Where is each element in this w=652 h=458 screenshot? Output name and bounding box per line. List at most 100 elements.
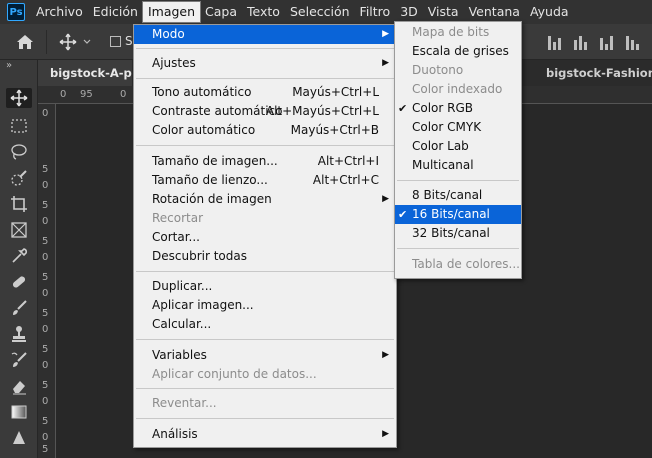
menu-archivo[interactable]: Archivo	[31, 2, 88, 22]
ruler-label: 5	[42, 272, 49, 283]
mode-item-color-indexado: Color indexado	[395, 80, 521, 99]
menu-texto[interactable]: Texto	[242, 2, 285, 22]
ruler-label: 0	[42, 360, 49, 371]
crop-tool-icon[interactable]	[9, 194, 29, 214]
submenu-arrow-icon: ▶	[382, 429, 389, 439]
ruler-label: 5	[42, 236, 49, 247]
mode-item-8-bits[interactable]: 8 Bits/canal	[395, 186, 521, 205]
align-top-icon[interactable]	[548, 34, 562, 50]
menu-item-label: Escala de grises	[412, 44, 509, 58]
menu-shortcut: Alt+Ctrl+I	[317, 154, 379, 168]
vertical-ruler[interactable]: 0 5 0 5 0 5 0 5 0 5 0 5 0 5 0 5 0 5	[38, 104, 56, 458]
menu-item-variables[interactable]: Variables ▶	[134, 346, 396, 365]
menu-separator	[397, 180, 519, 181]
menu-item-tono-automatico[interactable]: Tono automático Mayús+Ctrl+L	[134, 83, 396, 102]
menu-item-tamano-lienzo[interactable]: Tamaño de lienzo... Alt+Ctrl+C	[134, 171, 396, 190]
menu-shortcut: Mayús+Ctrl+B	[290, 123, 379, 137]
align-middle-icon[interactable]	[574, 34, 588, 50]
auto-select-label: S	[125, 34, 133, 48]
menu-item-label: Color Lab	[412, 139, 469, 153]
menu-separator	[136, 48, 394, 49]
menu-item-aplicar-imagen[interactable]: Aplicar imagen...	[134, 296, 396, 315]
menu-item-modo[interactable]: Modo ▶	[134, 25, 396, 44]
ruler-label: 0	[42, 288, 49, 299]
history-brush-tool-icon[interactable]	[9, 350, 29, 370]
menu-item-contraste-automatico[interactable]: Contraste automático Alt+Mayús+Ctrl+L	[134, 102, 396, 121]
ruler-label: 0	[42, 216, 49, 227]
menu-item-label: Color indexado	[412, 82, 503, 96]
menu-item-label: Duotono	[412, 63, 464, 77]
eyedropper-tool-icon[interactable]	[9, 246, 29, 266]
collapse-panel-icon[interactable]: »	[6, 60, 12, 71]
menu-imagen[interactable]: Imagen	[141, 1, 202, 23]
menu-item-calcular[interactable]: Calcular...	[134, 315, 396, 334]
menu-ventana[interactable]: Ventana	[464, 2, 525, 22]
menu-item-duplicar[interactable]: Duplicar...	[134, 277, 396, 296]
menu-item-label: Multicanal	[412, 158, 474, 172]
menu-separator	[136, 388, 394, 389]
mode-item-color-cmyk[interactable]: Color CMYK	[395, 118, 521, 137]
chevron-down-icon	[83, 39, 91, 44]
submenu-arrow-icon: ▶	[382, 58, 389, 68]
gradient-tool-icon[interactable]	[9, 402, 29, 422]
menu-item-label: 8 Bits/canal	[412, 188, 483, 202]
ruler-label: 5	[42, 308, 49, 319]
blur-tool-icon[interactable]	[9, 428, 29, 448]
healing-brush-tool-icon[interactable]	[9, 272, 29, 292]
tools-panel: »	[0, 60, 38, 458]
align-left-icon[interactable]	[626, 34, 640, 50]
ruler-label: 0	[42, 324, 49, 335]
move-tool-preset[interactable]	[58, 32, 94, 52]
menu-item-recortar: Recortar	[134, 209, 396, 228]
menu-item-color-automatico[interactable]: Color automático Mayús+Ctrl+B	[134, 121, 396, 140]
menu-item-label: Cortar...	[152, 230, 200, 244]
eraser-tool-icon[interactable]	[9, 376, 29, 396]
menu-item-label: Color automático	[152, 123, 256, 137]
mode-submenu: Mapa de bits Escala de grises Duotono Co…	[394, 21, 522, 279]
move-tool-icon[interactable]	[6, 88, 32, 108]
ruler-label: 5	[42, 344, 49, 355]
mode-item-escala-grises[interactable]: Escala de grises	[395, 42, 521, 61]
menu-vista[interactable]: Vista	[423, 2, 464, 22]
menu-separator	[397, 248, 519, 249]
menu-edicion[interactable]: Edición	[88, 2, 143, 22]
marquee-tool-icon[interactable]	[9, 116, 29, 136]
lasso-tool-icon[interactable]	[9, 142, 29, 162]
mode-item-16-bits[interactable]: ✔ 16 Bits/canal	[395, 205, 521, 224]
menu-item-label: Tamaño de imagen...	[152, 154, 278, 168]
menu-item-tamano-imagen[interactable]: Tamaño de imagen... Alt+Ctrl+I	[134, 152, 396, 171]
options-separator	[46, 30, 47, 54]
menu-bar: Ps Archivo Edición Imagen Capa Texto Sel…	[0, 0, 652, 24]
menu-capa[interactable]: Capa	[200, 2, 242, 22]
menu-item-ajustes[interactable]: Ajustes ▶	[134, 54, 396, 73]
document-tab[interactable]: bigstock-Fashion-sho	[538, 60, 652, 86]
mode-item-color-rgb[interactable]: ✔ Color RGB	[395, 99, 521, 118]
move-icon	[59, 33, 91, 51]
menu-ayuda[interactable]: Ayuda	[525, 2, 574, 22]
mode-item-color-lab[interactable]: Color Lab	[395, 137, 521, 156]
mode-item-32-bits[interactable]: 32 Bits/canal	[395, 224, 521, 243]
align-bottom-icon[interactable]	[600, 34, 614, 50]
mode-item-mapa-de-bits: Mapa de bits	[395, 23, 521, 42]
menu-item-cortar[interactable]: Cortar...	[134, 228, 396, 247]
brush-tool-icon[interactable]	[9, 298, 29, 318]
photoshop-logo[interactable]: Ps	[7, 3, 25, 21]
menu-item-descubrir-todas[interactable]: Descubrir todas	[134, 247, 396, 266]
checkmark-icon: ✔	[398, 102, 408, 115]
auto-select-checkbox[interactable]	[110, 36, 121, 47]
clone-stamp-tool-icon[interactable]	[9, 324, 29, 344]
menu-item-label: Variables	[152, 348, 207, 362]
mode-item-multicanal[interactable]: Multicanal	[395, 156, 521, 175]
document-tab-active[interactable]: bigstock-A-port	[38, 60, 132, 86]
menu-filtro[interactable]: Filtro	[355, 2, 396, 22]
home-icon[interactable]	[14, 32, 36, 52]
quick-selection-tool-icon[interactable]	[9, 168, 29, 188]
menu-3d[interactable]: 3D	[395, 2, 423, 22]
menu-item-rotacion-imagen[interactable]: Rotación de imagen ▶	[134, 190, 396, 209]
frame-tool-icon[interactable]	[9, 220, 29, 240]
menu-seleccion[interactable]: Selección	[285, 2, 355, 22]
submenu-arrow-icon: ▶	[382, 350, 389, 360]
menu-item-analisis[interactable]: Análisis ▶	[134, 425, 396, 444]
ruler-label: 5	[42, 380, 49, 391]
mode-item-tabla-colores: Tabla de colores...	[395, 255, 521, 274]
